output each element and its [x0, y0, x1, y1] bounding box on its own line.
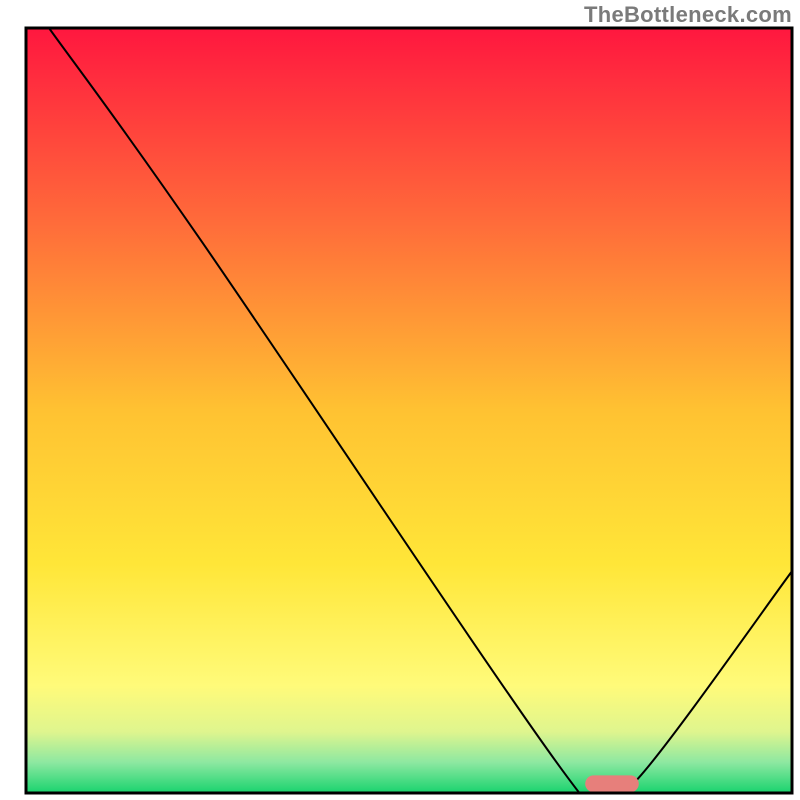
watermark-label: TheBottleneck.com — [584, 2, 792, 28]
chart-container: TheBottleneck.com — [0, 0, 800, 800]
optimal-range-marker — [585, 775, 639, 792]
plot-background — [26, 28, 792, 793]
bottleneck-chart — [0, 0, 800, 800]
